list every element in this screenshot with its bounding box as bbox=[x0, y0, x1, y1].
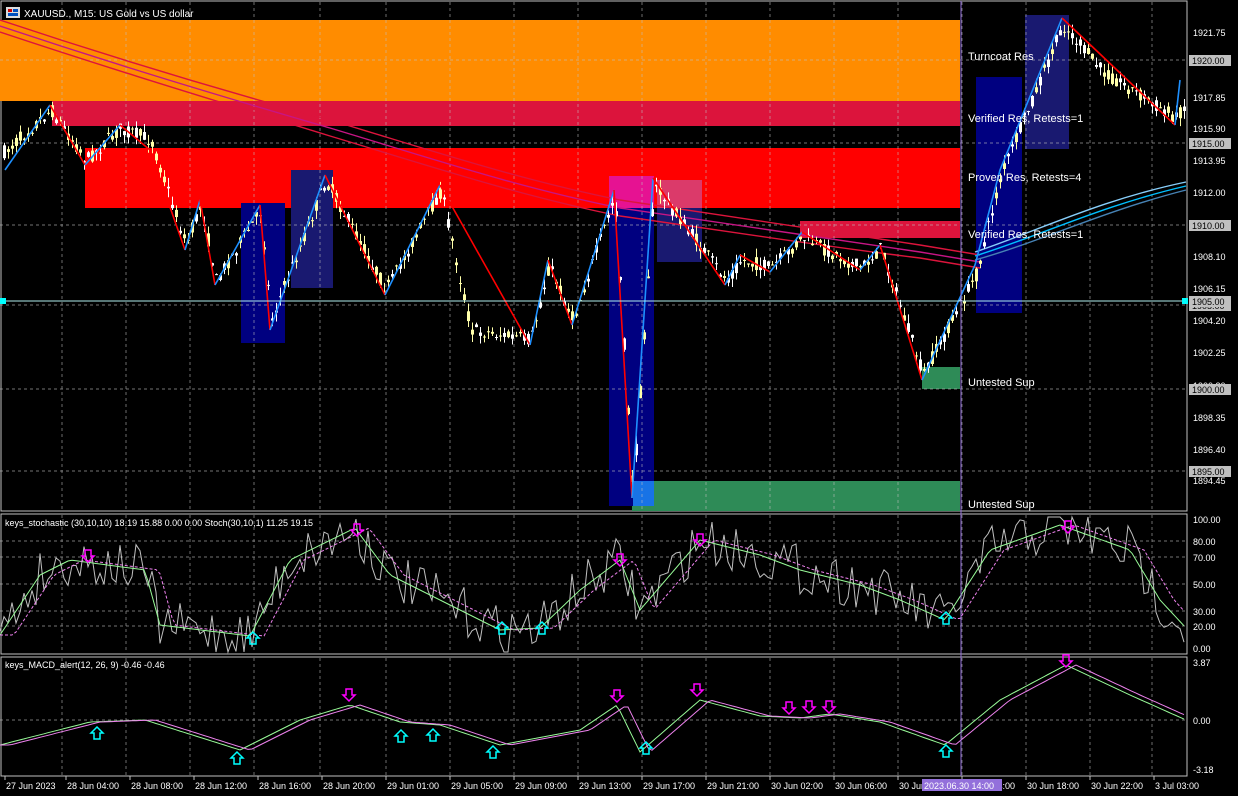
proven-res-zone bbox=[85, 148, 960, 208]
macd-title: keys_MACD_alert(12, 26, 9) -0.46 -0.46 bbox=[5, 660, 165, 670]
price-tick-label: 1896.40 bbox=[1193, 445, 1226, 455]
bid-line-marker[interactable] bbox=[0, 298, 6, 304]
time-tick-label: 30 Jun 22:00 bbox=[1091, 781, 1143, 791]
svg-text:0.00: 0.00 bbox=[1193, 716, 1211, 726]
time-tick-label: 28 Jun 12:00 bbox=[195, 781, 247, 791]
swing-box bbox=[291, 170, 333, 288]
time-tick-label: 27 Jun 2023 bbox=[6, 781, 56, 791]
price-level-tag: 1895.00 bbox=[1192, 467, 1225, 477]
time-tick-label: 30 Jun 18:00 bbox=[1027, 781, 1079, 791]
svg-text:2023.06.30 14:00: 2023.06.30 14:00 bbox=[924, 781, 994, 791]
time-tick-label: 29 Jun 17:00 bbox=[643, 781, 695, 791]
price-tick-label: 1898.35 bbox=[1193, 413, 1226, 423]
svg-text:50.00: 50.00 bbox=[1193, 580, 1216, 590]
svg-text:30.00: 30.00 bbox=[1193, 607, 1216, 617]
zone-label: Verified Res, Retests=1 bbox=[968, 229, 1083, 241]
price-tick-label: 1917.85 bbox=[1193, 93, 1226, 103]
zone-label: Untested Sup bbox=[968, 377, 1035, 389]
price-level-tag: 1915.00 bbox=[1192, 139, 1225, 149]
swing-box bbox=[1025, 15, 1069, 149]
svg-text:1905.00: 1905.00 bbox=[1192, 297, 1225, 307]
untested-sup-zone-lower bbox=[632, 481, 960, 511]
time-tick-label: 29 Jun 13:00 bbox=[579, 781, 631, 791]
chart-title-bar: XAUUSD., M15: US Gold vs US dollar bbox=[6, 7, 194, 20]
svg-text:0.00: 0.00 bbox=[1193, 644, 1211, 654]
price-tick-label: 1904.20 bbox=[1193, 316, 1226, 326]
untested-sup-zone-upper bbox=[922, 367, 960, 389]
zone-label: Proven Res, Retests=4 bbox=[968, 172, 1081, 184]
time-tick-label: 28 Jun 16:00 bbox=[259, 781, 311, 791]
time-tick-label: 28 Jun 04:00 bbox=[67, 781, 119, 791]
svg-text:100.00: 100.00 bbox=[1193, 515, 1221, 525]
price-tick-label: 1915.90 bbox=[1193, 124, 1226, 134]
time-tick-label: 30 Jun 02:00 bbox=[771, 781, 823, 791]
price-tick-label: 1912.00 bbox=[1193, 188, 1226, 198]
crosshair-time-label: 2023.06.30 14:00 bbox=[922, 779, 1002, 791]
terminal-chart-window[interactable]: Turncoat Res Verified Res, Retests=1 Pro… bbox=[0, 0, 1238, 796]
time-tick-label: 28 Jun 20:00 bbox=[323, 781, 375, 791]
price-tick-label: 1921.75 bbox=[1193, 28, 1226, 38]
time-tick-label: 29 Jun 09:00 bbox=[515, 781, 567, 791]
chart-window-icon[interactable] bbox=[6, 7, 20, 18]
price-tick-label: 1906.15 bbox=[1193, 284, 1226, 294]
price-tick-label: 1894.45 bbox=[1193, 476, 1226, 486]
svg-text:70.00: 70.00 bbox=[1193, 553, 1216, 563]
swing-box bbox=[241, 203, 285, 343]
verified-res-zone-lower bbox=[800, 221, 960, 238]
svg-text:80.00: 80.00 bbox=[1193, 537, 1216, 547]
price-tick-label: 1913.95 bbox=[1193, 156, 1226, 166]
zone-label: Untested Sup bbox=[968, 499, 1035, 511]
time-tick-label: 29 Jun 05:00 bbox=[451, 781, 503, 791]
svg-text:20.00: 20.00 bbox=[1193, 622, 1216, 632]
swing-box-top bbox=[609, 176, 654, 208]
verified-res-zone-upper bbox=[52, 101, 960, 126]
price-level-tag: 1910.00 bbox=[1192, 221, 1225, 231]
price-tick-label: 1902.25 bbox=[1193, 348, 1226, 358]
stochastic-title: keys_stochastic (30,10,10) 18.19 15.88 0… bbox=[5, 518, 313, 528]
zone-label: Turncoat Res bbox=[968, 51, 1034, 63]
time-tick-label: 30 Jun 06:00 bbox=[835, 781, 887, 791]
time-tick-label: 3 Jul 03:00 bbox=[1155, 781, 1199, 791]
zone-label: Verified Res, Retests=1 bbox=[968, 113, 1083, 125]
price-tick-label: 1908.10 bbox=[1193, 252, 1226, 262]
time-tick-label: 28 Jun 08:00 bbox=[131, 781, 183, 791]
chart-title: XAUUSD., M15: US Gold vs US dollar bbox=[24, 9, 194, 20]
price-level-tag: 1900.00 bbox=[1192, 385, 1225, 395]
current-price-tag: 1905.00 bbox=[1189, 296, 1231, 307]
time-tick-label: 29 Jun 21:00 bbox=[707, 781, 759, 791]
svg-text:3.87: 3.87 bbox=[1193, 658, 1211, 668]
price-level-tag: 1920.00 bbox=[1192, 56, 1225, 66]
turncoat-res-zone bbox=[0, 20, 960, 101]
svg-text:-3.18: -3.18 bbox=[1193, 765, 1214, 775]
time-tick-label: 29 Jun 01:00 bbox=[387, 781, 439, 791]
